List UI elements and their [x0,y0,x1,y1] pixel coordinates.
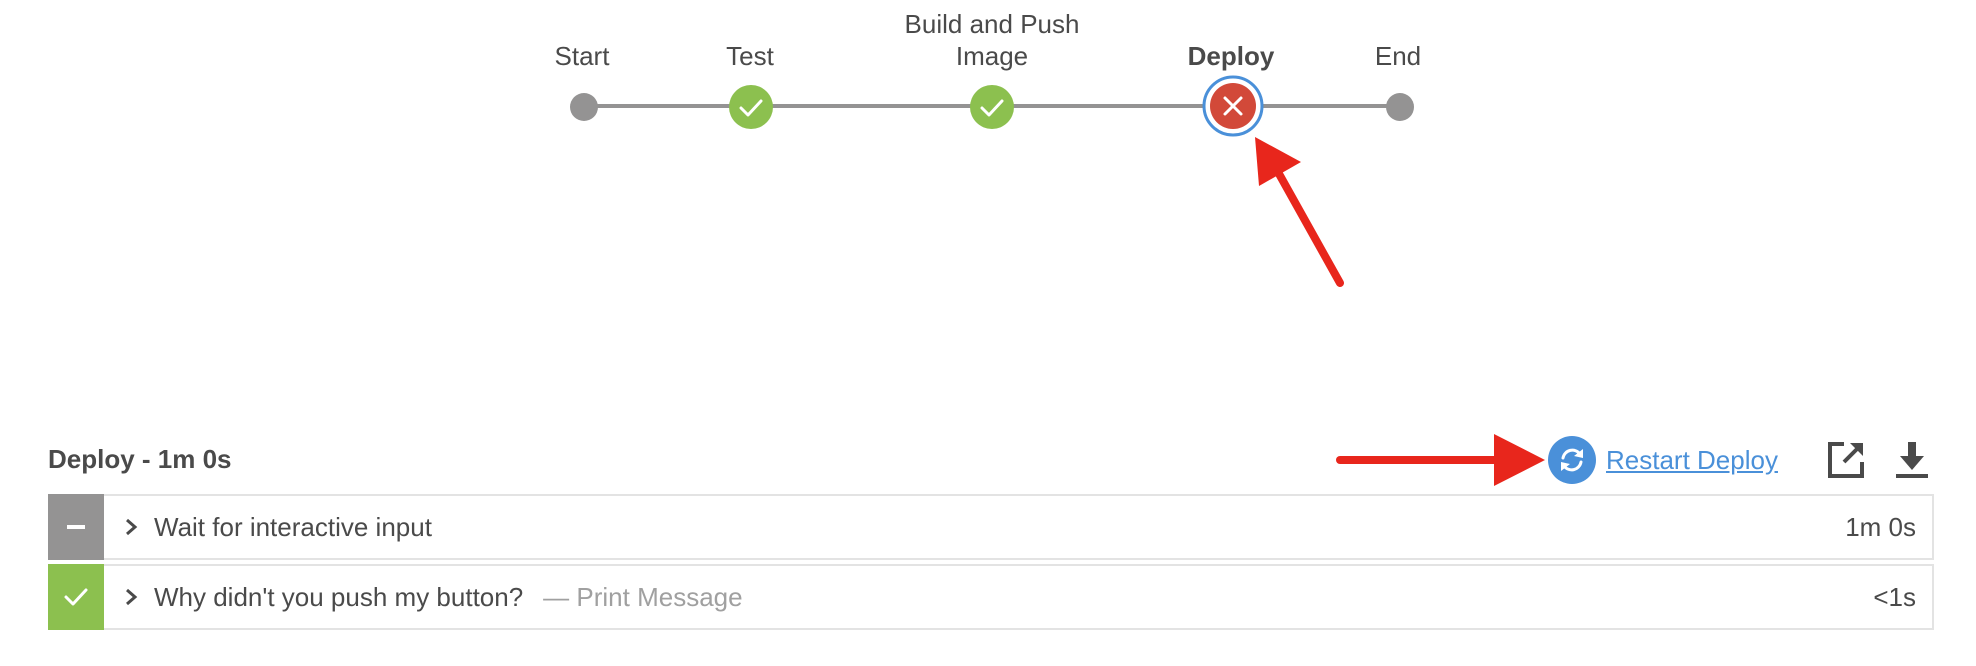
check-icon [729,85,773,129]
minus-icon [67,525,85,529]
stage-node-start[interactable] [569,92,599,122]
stage-node-deploy[interactable] [1202,75,1264,137]
step-row[interactable]: Wait for interactive input 1m 0s [48,494,1934,560]
pipeline-graph: Start Test Build and Push Image Deploy E… [0,0,1976,160]
step-status-paused [48,494,104,560]
step-type-label: — Print Message [543,581,743,612]
stage-detail-title: Deploy - 1m 0s [48,444,232,474]
step-duration: 1m 0s [1845,511,1916,542]
annotation-arrow-restart [1336,434,1545,486]
stage-label-end: End [1374,41,1422,71]
step-name: Wait for interactive input [154,511,432,542]
pipeline-connector [1262,104,1402,108]
stage-node-test[interactable] [728,84,774,130]
restart-stage-control[interactable]: Restart Deploy [1548,434,1778,486]
check-icon [970,85,1014,129]
step-name: Why didn't you push my button? [154,581,524,612]
restart-icon[interactable] [1548,436,1596,484]
stage-node-end[interactable] [1385,92,1415,122]
step-list: Wait for interactive input 1m 0s Why did… [48,494,1934,630]
step-row[interactable]: Why didn't you push my button? — Print M… [48,564,1934,630]
close-icon [1202,75,1264,137]
stage-node-build-and-push-image[interactable] [969,84,1015,130]
check-icon [64,588,88,606]
open-external-icon[interactable] [1824,438,1868,482]
restart-deploy-link[interactable]: Restart Deploy [1606,445,1778,476]
download-icon[interactable] [1890,438,1934,482]
stage-label-test: Test [726,41,774,71]
chevron-right-icon[interactable] [124,587,138,607]
chevron-right-icon[interactable] [124,517,138,537]
step-duration: <1s [1873,581,1916,612]
stage-label-build-and-push-image: Build and Push Image [904,9,1080,71]
step-status-success [48,564,104,630]
